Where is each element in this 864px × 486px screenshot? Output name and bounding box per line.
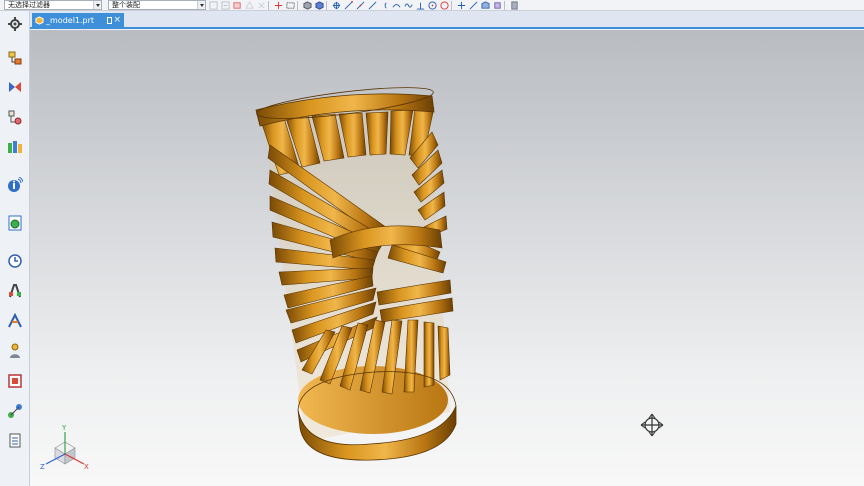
curve-icon[interactable] [403, 0, 413, 10]
toolbar-separator [451, 0, 452, 10]
arc-center-icon[interactable] [379, 0, 389, 10]
select-body-icon[interactable] [256, 0, 266, 10]
web-browser-icon[interactable] [6, 214, 24, 232]
part-file-icon [35, 16, 44, 25]
x-axis-label: X [84, 463, 89, 471]
gear-icon[interactable] [6, 15, 24, 33]
clipboard-icon[interactable] [6, 431, 24, 449]
reuse-library-icon[interactable] [6, 138, 24, 156]
select-face-icon[interactable] [232, 0, 242, 10]
document-tab-strip: _model1.prt × [30, 11, 864, 29]
system-scenes-icon[interactable] [6, 372, 24, 390]
control-point-icon[interactable] [367, 0, 377, 10]
select-all-icon[interactable] [220, 0, 230, 10]
scope-value: 整个装配 [112, 1, 140, 9]
toolbar-separator [504, 0, 505, 10]
snap-icon[interactable] [273, 0, 283, 10]
view-triad: Y X Z [40, 424, 89, 471]
process-studio-icon[interactable] [6, 282, 24, 300]
toolbar-separator [297, 0, 298, 10]
toolbar-separator [268, 0, 269, 10]
chevron-down-icon [93, 1, 101, 9]
graphics-window[interactable]: Y X Z [30, 30, 864, 486]
snap-point-icon[interactable] [331, 0, 341, 10]
selection-filter-dropdown[interactable]: 无选择过滤器 [4, 0, 102, 10]
resource-bar [0, 11, 30, 486]
layer-icon[interactable] [509, 0, 519, 10]
general-select-icon[interactable] [208, 0, 218, 10]
tangent-icon[interactable] [391, 0, 401, 10]
quadrant-point-icon[interactable] [439, 0, 449, 10]
top-toolbar: 无选择过滤器 整个装配 [0, 0, 864, 11]
circle-point-icon[interactable] [427, 0, 437, 10]
scope-dropdown[interactable]: 整个装配 [108, 0, 206, 10]
model-view: Y X Z [40, 81, 664, 471]
toolbar-separator [326, 0, 327, 10]
chevron-down-icon [197, 1, 205, 9]
body-point-icon[interactable] [492, 0, 502, 10]
roles-icon[interactable] [6, 342, 24, 360]
line-point-icon[interactable] [468, 0, 478, 10]
box-select-icon[interactable] [285, 0, 295, 10]
tab-model1-prt[interactable]: _model1.prt × [32, 13, 124, 28]
cube-shaded-icon[interactable] [302, 0, 312, 10]
part-navigator-icon[interactable] [6, 108, 24, 126]
face-point-icon[interactable] [480, 0, 490, 10]
crosshair-icon[interactable] [456, 0, 466, 10]
selection-filter-value: 无选择过滤器 [8, 1, 50, 9]
perpendicular-icon[interactable] [415, 0, 425, 10]
tab-title: _model1.prt [46, 16, 95, 25]
constraint-navigator-icon[interactable] [6, 78, 24, 96]
history-icon[interactable] [6, 252, 24, 270]
reuse-pad-icon[interactable] [6, 402, 24, 420]
document-icon [107, 17, 112, 24]
cylindrical-lattice-model[interactable] [255, 81, 457, 461]
manufacturing-wizard-icon[interactable] [6, 312, 24, 330]
select-feature-icon[interactable] [244, 0, 254, 10]
cube-blue-icon[interactable] [314, 0, 324, 10]
rotate-cursor-icon [640, 413, 664, 437]
hd3d-tools-icon[interactable] [6, 176, 24, 194]
midpoint-icon[interactable] [355, 0, 365, 10]
endpoint-icon[interactable] [343, 0, 353, 10]
assembly-navigator-icon[interactable] [6, 49, 24, 67]
close-icon[interactable]: × [113, 13, 121, 28]
y-axis-label: Y [61, 424, 67, 432]
z-axis-label: Z [40, 463, 45, 471]
